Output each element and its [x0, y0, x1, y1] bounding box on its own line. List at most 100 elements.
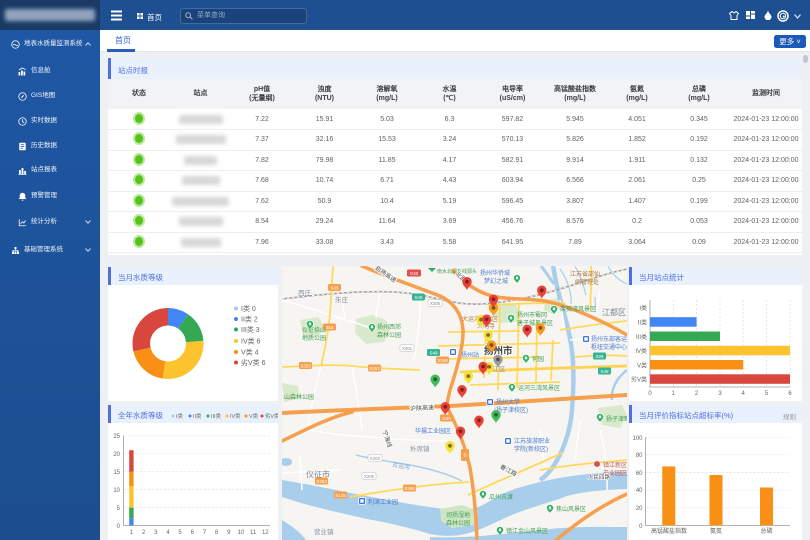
- svg-text:S35: S35: [330, 285, 339, 290]
- svg-text:仪征市: 仪征市: [306, 469, 330, 479]
- svg-text:V类: V类: [637, 361, 647, 369]
- svg-text:X205: X205: [364, 474, 375, 479]
- svg-text:20: 20: [636, 506, 643, 512]
- svg-text:25: 25: [113, 434, 120, 440]
- svg-text:S353: S353: [300, 363, 311, 368]
- svg-text:扬州大学: 扬州大学: [496, 398, 520, 406]
- svg-text:西庄: 西庄: [298, 288, 312, 297]
- svg-text:353: 353: [326, 325, 334, 330]
- svg-text:梦幻之城: 梦幻之城: [484, 277, 508, 285]
- svg-text:3: 3: [718, 391, 722, 397]
- svg-text:10: 10: [113, 488, 120, 494]
- svg-text:40: 40: [636, 488, 643, 494]
- svg-text:闸管理处: 闸管理处: [575, 278, 599, 286]
- svg-text:S125: S125: [335, 493, 346, 498]
- svg-text:焦山风景区: 焦山风景区: [556, 505, 586, 513]
- svg-text:朱庄: 朱庄: [335, 295, 349, 304]
- svg-text:0: 0: [639, 524, 643, 530]
- svg-text:朴席镇: 朴席镇: [410, 444, 430, 453]
- svg-text:茱萸湾风景区: 茱萸湾风景区: [560, 305, 596, 313]
- svg-text:江苏旅游职业: 江苏旅游职业: [514, 437, 550, 445]
- svg-text:江都区: 江都区: [602, 308, 626, 317]
- svg-text:山森林公园: 山森林公园: [284, 393, 314, 401]
- svg-text:11: 11: [250, 530, 257, 536]
- svg-text:8: 8: [215, 530, 219, 536]
- svg-text:S348: S348: [437, 358, 448, 363]
- svg-text:10: 10: [238, 530, 245, 536]
- svg-text:4: 4: [742, 391, 746, 397]
- svg-text:S353: S353: [316, 479, 327, 484]
- svg-text:IV类: IV类: [635, 347, 647, 355]
- svg-text:X301: X301: [402, 346, 413, 351]
- svg-text:G40: G40: [442, 416, 451, 421]
- svg-text:S49: S49: [414, 295, 423, 300]
- svg-text:1: 1: [130, 530, 134, 536]
- svg-text:II类 2: II类 2: [241, 315, 258, 324]
- svg-text:S48: S48: [600, 369, 609, 374]
- svg-text:I类 0: I类 0: [241, 304, 256, 313]
- svg-text:高锰酸盐指数: 高锰酸盐指数: [651, 527, 687, 535]
- svg-text:5: 5: [178, 530, 182, 536]
- svg-text:S28: S28: [595, 354, 604, 359]
- svg-text:I类: I类: [176, 412, 183, 420]
- svg-text:扬州市蜀冈: 扬州市蜀冈: [517, 311, 547, 319]
- svg-text:15: 15: [113, 470, 120, 476]
- svg-text:学院(新校区): 学院(新校区): [514, 445, 548, 453]
- svg-text:劣V类 6: 劣V类 6: [241, 358, 266, 367]
- svg-text:扬州西郊: 扬州西郊: [377, 323, 401, 331]
- svg-text:0: 0: [117, 524, 121, 530]
- svg-text:80: 80: [636, 453, 643, 459]
- svg-text:何园: 何园: [532, 355, 544, 363]
- svg-text:仪征捺山: 仪征捺山: [302, 326, 326, 334]
- svg-text:润扬湿地: 润扬湿地: [446, 511, 470, 519]
- svg-text:总磷: 总磷: [760, 527, 772, 535]
- svg-text:5: 5: [117, 506, 121, 512]
- svg-text:II类: II类: [193, 412, 202, 420]
- svg-text:IV类 6: IV类 6: [241, 337, 261, 346]
- svg-text:唐子城风景区: 唐子城风景区: [517, 319, 553, 327]
- svg-text:G40: G40: [410, 271, 419, 276]
- svg-text:6: 6: [191, 530, 195, 536]
- svg-text:扬州东部客运: 扬州东部客运: [591, 335, 627, 343]
- svg-text:扬州站: 扬州站: [461, 351, 479, 359]
- svg-text:镇江金山风景区: 镇江金山风景区: [506, 527, 548, 535]
- svg-text:60: 60: [636, 471, 643, 477]
- svg-text:7: 7: [203, 530, 207, 536]
- svg-text:III类 3: III类 3: [241, 325, 260, 334]
- svg-text:人民四路: 人民四路: [588, 473, 611, 481]
- svg-text:劣V类: 劣V类: [631, 376, 647, 384]
- svg-text:利涛工业园: 利涛工业园: [368, 498, 398, 506]
- svg-text:营业镇: 营业镇: [314, 527, 334, 536]
- svg-text:III类: III类: [636, 333, 647, 341]
- svg-text:II类: II类: [638, 319, 647, 327]
- svg-text:1: 1: [672, 391, 676, 397]
- svg-text:12: 12: [262, 530, 269, 536]
- svg-text:9: 9: [227, 530, 231, 536]
- svg-text:江苏省邵仙: 江苏省邵仙: [570, 270, 600, 278]
- svg-text:枢纽交通中心: 枢纽交通中心: [591, 343, 627, 351]
- svg-text:2: 2: [695, 391, 699, 397]
- svg-text:瓜州古渡: 瓜州古渡: [489, 493, 513, 501]
- svg-text:氨氮: 氨氮: [710, 527, 722, 535]
- svg-text:I类: I类: [639, 304, 647, 312]
- svg-text:S353: S353: [369, 366, 380, 371]
- svg-text:5: 5: [765, 391, 769, 397]
- svg-text:3: 3: [154, 530, 158, 536]
- svg-text:100: 100: [632, 436, 643, 442]
- svg-text:20: 20: [113, 452, 120, 458]
- svg-text:6: 6: [788, 391, 792, 397]
- svg-text:镇江新区: 镇江新区: [603, 461, 627, 469]
- svg-text:森林公园: 森林公园: [377, 331, 401, 339]
- svg-text:IV类: IV类: [230, 412, 241, 420]
- svg-text:华揚工业园区: 华揚工业园区: [415, 427, 451, 435]
- svg-text:X306: X306: [430, 301, 441, 306]
- svg-text:4: 4: [166, 530, 170, 536]
- svg-text:0: 0: [648, 391, 652, 397]
- svg-text:森林公园: 森林公园: [446, 519, 470, 527]
- svg-text:运河三湾风景区: 运河三湾风景区: [518, 384, 560, 392]
- svg-text:扬子津野公园: 扬子津野公园: [606, 415, 627, 423]
- svg-text:S356: S356: [404, 486, 415, 491]
- svg-text:劣V类: 劣V类: [265, 412, 278, 420]
- svg-text:III类: III类: [211, 412, 221, 420]
- svg-text:K202: K202: [370, 456, 381, 461]
